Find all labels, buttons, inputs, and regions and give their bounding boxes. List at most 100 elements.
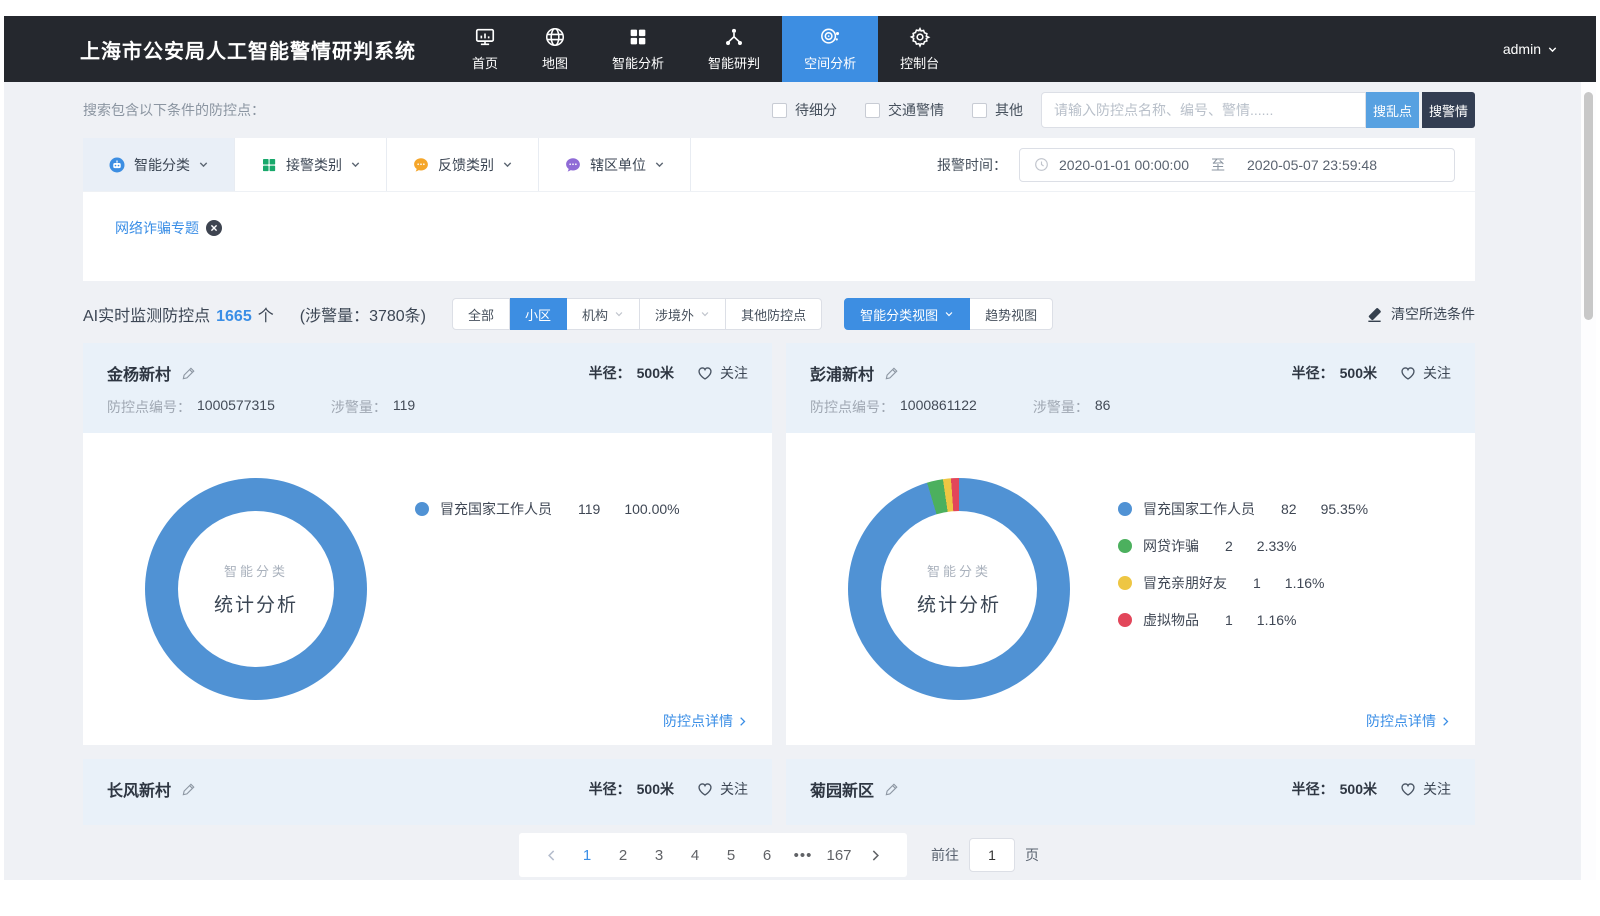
checkbox-pending[interactable]: 待细分: [772, 100, 837, 120]
remove-tag-icon[interactable]: [206, 220, 222, 236]
filter-panel: 智能分类接警类别反馈类别辖区单位 报警时间： 2020-01-01 00:00:…: [83, 138, 1475, 281]
type-tab-org-label: 机构: [582, 305, 608, 324]
filter-tab-smart-category[interactable]: 智能分类: [83, 138, 235, 191]
cards-grid: 金杨新村半径：500米关注防控点编号：1000577315涉警量：119智能分类…: [83, 343, 1475, 745]
filter-tab-alert-category[interactable]: 接警类别: [235, 138, 387, 191]
card-header-top: 菊园新区半径：500米关注: [810, 759, 1451, 801]
goto-page-group: 前往 页: [931, 838, 1039, 872]
pagination-page-167[interactable]: 167: [821, 841, 857, 869]
legend-percent: 2.33%: [1257, 538, 1297, 554]
user-menu[interactable]: admin: [1503, 41, 1558, 57]
radius-value: 500米: [637, 779, 674, 799]
pagination-page-5[interactable]: 5: [713, 841, 749, 869]
nav-item-home[interactable]: 首页: [450, 16, 520, 82]
pagination-prev-button[interactable]: [533, 841, 569, 869]
radar-icon: [819, 26, 841, 48]
legend-dot: [1118, 576, 1132, 590]
legend-dot: [1118, 613, 1132, 627]
legend-value: 82: [1281, 501, 1297, 517]
legend-dot: [415, 502, 429, 516]
pagination-page-4[interactable]: 4: [677, 841, 713, 869]
clear-conditions-label: 清空所选条件: [1391, 304, 1475, 324]
type-tab-overseas-label: 涉境外: [655, 305, 694, 324]
pagination-page-3[interactable]: 3: [641, 841, 677, 869]
follow-button[interactable]: 关注: [696, 779, 748, 799]
search-point-button[interactable]: 搜乱点: [1366, 92, 1419, 128]
alarm-time-range-picker[interactable]: 2020-01-01 00:00:00 至 2020-05-07 23:59:4…: [1019, 148, 1455, 182]
scrollbar-track[interactable]: [1581, 82, 1596, 880]
type-tab-org[interactable]: 机构: [567, 298, 640, 330]
legend-value: 1: [1225, 612, 1233, 628]
selected-tag-row: 网络诈骗专题: [83, 192, 1475, 281]
view-tab-smart-view[interactable]: 智能分类视图: [844, 298, 970, 330]
follow-button[interactable]: 关注: [1399, 363, 1451, 383]
follow-label: 关注: [1423, 363, 1451, 383]
point-detail-link[interactable]: 防控点详情: [663, 711, 748, 731]
edit-pencil-icon[interactable]: [884, 366, 899, 381]
cards-grid-partial: 长风新村半径：500米关注菊园新区半径：500米关注: [83, 745, 1475, 825]
follow-button[interactable]: 关注: [1399, 779, 1451, 799]
pagination-page-2[interactable]: 2: [605, 841, 641, 869]
type-tab-overseas[interactable]: 涉境外: [640, 298, 726, 330]
nav-item-label: 首页: [472, 53, 498, 72]
type-tab-others[interactable]: 其他防控点: [726, 298, 822, 330]
filter-tab-district-unit[interactable]: 辖区单位: [539, 138, 691, 191]
nav-item-analysis[interactable]: 智能分析: [590, 16, 686, 82]
heart-icon: [696, 364, 714, 382]
pagination-more[interactable]: •••: [785, 841, 821, 869]
pagination-row: 123456•••167 前往 页: [83, 833, 1475, 877]
nav-item-map[interactable]: 地图: [520, 16, 590, 82]
topic-tag-label: 网络诈骗专题: [115, 218, 199, 238]
follow-button[interactable]: 关注: [696, 363, 748, 383]
checkbox-other[interactable]: 其他: [972, 100, 1023, 120]
legend-name: 冒充亲朋好友: [1143, 573, 1227, 593]
point-name: 长风新村: [107, 777, 171, 801]
point-card: 金杨新村半径：500米关注防控点编号：1000577315涉警量：119智能分类…: [83, 343, 772, 745]
edit-pencil-icon[interactable]: [181, 782, 196, 797]
pagination-page-6[interactable]: 6: [749, 841, 785, 869]
edit-pencil-icon[interactable]: [181, 366, 196, 381]
search-condition-label: 搜索包含以下条件的防控点：: [83, 100, 265, 120]
checkbox-box[interactable]: [865, 103, 880, 118]
checkbox-box[interactable]: [972, 103, 987, 118]
search-alert-button[interactable]: 搜警情: [1422, 92, 1475, 128]
point-detail-link[interactable]: 防控点详情: [1366, 711, 1451, 731]
goto-page-input[interactable]: [969, 838, 1015, 872]
legend-name: 冒充国家工作人员: [1143, 499, 1255, 519]
pagination-next-button[interactable]: [857, 841, 893, 869]
pagination-page-1[interactable]: 1: [569, 841, 605, 869]
top-nav: 上海市公安局人工智能警情研判系统 首页地图智能分析智能研判空间分析控制台 adm…: [4, 16, 1596, 82]
volume-value: 86: [1095, 397, 1111, 417]
view-tab-trend-view[interactable]: 趋势视图: [970, 298, 1053, 330]
card-header-right: 半径：500米关注: [1292, 363, 1451, 383]
card-header-top: 长风新村半径：500米关注: [107, 759, 748, 801]
legend-value: 2: [1225, 538, 1233, 554]
clear-conditions-button[interactable]: 清空所选条件: [1366, 304, 1475, 324]
checkbox-box[interactable]: [772, 103, 787, 118]
card-header-right: 半径：500米关注: [589, 363, 748, 383]
topic-tag[interactable]: 网络诈骗专题: [115, 218, 222, 238]
type-tab-all[interactable]: 全部: [452, 298, 510, 330]
type-tab-community[interactable]: 小区: [510, 298, 567, 330]
filter-tab-feedback-category[interactable]: 反馈类别: [387, 138, 539, 191]
chevron-down-icon: [614, 309, 624, 319]
follow-label: 关注: [1423, 779, 1451, 799]
scrollbar-thumb[interactable]: [1584, 92, 1593, 320]
legend-item: 网贷诈骗22.33%: [1118, 534, 1368, 558]
legend-percent: 1.16%: [1257, 612, 1297, 628]
legend-name: 虚拟物品: [1143, 610, 1199, 630]
legend-dot: [1118, 502, 1132, 516]
search-input[interactable]: [1041, 92, 1366, 128]
point-card: 菊园新区半径：500米关注: [786, 759, 1475, 825]
clock-icon: [1034, 157, 1049, 172]
legend-value: 1: [1253, 575, 1261, 591]
stats-alert-volume: (涉警量：3780条): [300, 302, 426, 326]
nav-item-judge[interactable]: 智能研判: [686, 16, 782, 82]
search-condition-row: 搜索包含以下条件的防控点： 待细分 交通警情 其他 搜乱点 搜警情: [83, 82, 1475, 138]
edit-pencil-icon[interactable]: [884, 782, 899, 797]
filter-tab-label: 接警类别: [286, 155, 342, 175]
globe-icon: [544, 26, 566, 48]
nav-item-console[interactable]: 控制台: [878, 16, 961, 82]
nav-item-spatial[interactable]: 空间分析: [782, 16, 878, 82]
checkbox-traffic[interactable]: 交通警情: [865, 100, 944, 120]
